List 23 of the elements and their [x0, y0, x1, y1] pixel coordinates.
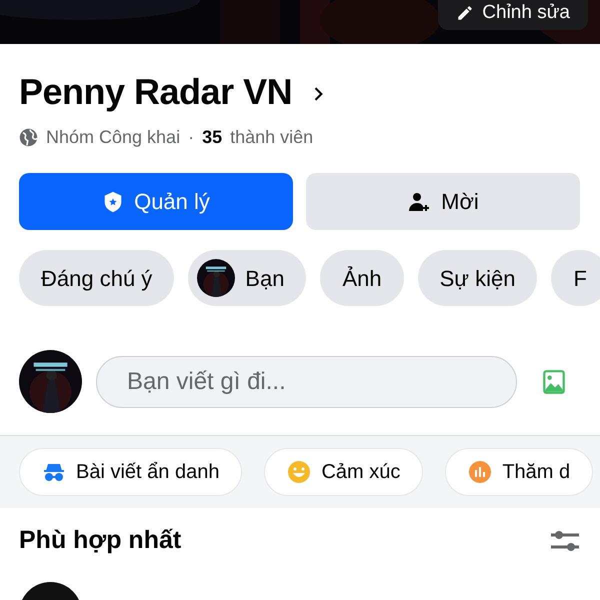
sort-label: Phù hợp nhất — [19, 525, 182, 556]
manage-button[interactable]: Quản lý — [19, 173, 293, 230]
separator-dot: · — [188, 126, 194, 149]
shield-icon — [102, 190, 124, 212]
filter-chip[interactable]: Ảnh — [320, 250, 404, 306]
filter-chip[interactable]: Bạn — [188, 250, 306, 306]
member-label: thành viên — [230, 126, 314, 149]
privacy-label: Nhóm Công khai — [46, 126, 180, 149]
post-option-chip[interactable]: Thăm d — [445, 448, 594, 496]
invite-button[interactable]: Mời — [306, 173, 580, 230]
member-count: 35 — [202, 126, 222, 149]
post-option-chip[interactable]: Cảm xúc — [264, 448, 424, 496]
group-name: Penny Radar VN — [19, 70, 292, 114]
post-field[interactable]: Bạn viết gì đi... — [96, 356, 517, 408]
filter-chip[interactable]: Sự kiện — [418, 250, 538, 306]
post-option-chip[interactable]: Bài viết ẩn danh — [19, 448, 242, 496]
smiley-icon — [287, 460, 312, 484]
pencil-icon — [456, 4, 474, 22]
globe-icon — [19, 128, 38, 147]
filter-chip[interactable]: F — [551, 250, 600, 306]
poll-icon — [468, 460, 492, 484]
edit-button[interactable]: Chỉnh sửa — [438, 0, 588, 30]
filter-chip[interactable]: Đáng chú ý — [19, 250, 174, 306]
